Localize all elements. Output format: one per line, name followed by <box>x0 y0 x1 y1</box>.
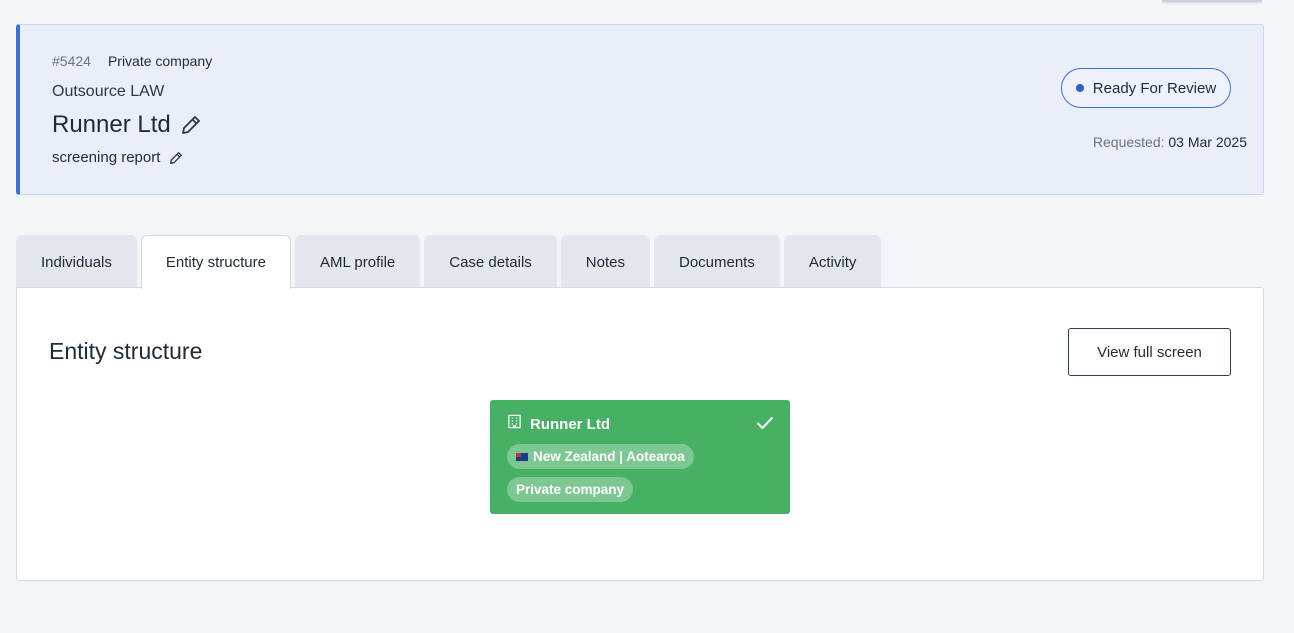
entity-node-header: Runner Ltd <box>507 414 610 434</box>
organisation-name: Outsource LAW <box>52 83 165 100</box>
title-row: Runner Ltd <box>52 111 203 139</box>
status-dot-icon <box>1075 84 1084 92</box>
requested-label: Requested: <box>1092 134 1165 150</box>
tab-notes[interactable]: Notes <box>560 235 650 288</box>
tab-case-details[interactable]: Case details <box>424 235 557 288</box>
nz-flag-icon <box>516 452 528 461</box>
building-icon <box>507 414 522 434</box>
entity-structure-panel: Entity structure View full screen Runner… <box>16 287 1264 581</box>
check-icon <box>756 415 774 436</box>
requested-date: 03 Mar 2025 <box>1168 134 1247 150</box>
panel-title: Entity structure <box>49 338 203 364</box>
requested-date-row: Requested: 03 Mar 2025 <box>1093 134 1247 150</box>
entity-type-chip: Private company <box>507 477 634 502</box>
tab-entity-structure[interactable]: Entity structure <box>140 235 291 289</box>
case-tabs: Individuals Entity structure AML profile… <box>16 235 882 289</box>
top-edge-button <box>1162 0 1262 2</box>
tab-documents[interactable]: Documents <box>653 235 780 288</box>
status-label: Ready For Review <box>1092 79 1217 97</box>
page-title: Runner Ltd <box>52 111 171 138</box>
tab-activity[interactable]: Activity <box>783 235 882 288</box>
case-id: #5424 <box>52 53 91 69</box>
subtitle-row: screening report <box>52 149 184 166</box>
entity-node[interactable]: Runner Ltd New Zealand | Aotearoa Privat… <box>490 400 790 514</box>
tab-aml-profile[interactable]: AML profile <box>294 235 421 288</box>
country-chip: New Zealand | Aotearoa <box>507 444 694 469</box>
view-full-screen-button[interactable]: View full screen <box>1068 328 1231 376</box>
case-header: #5424 Private company Outsource LAW Runn… <box>16 24 1264 195</box>
case-meta: #5424 Private company <box>52 53 212 69</box>
edit-title-icon[interactable] <box>179 113 203 137</box>
entity-type-label: Private company <box>107 53 213 69</box>
edit-subtitle-icon[interactable] <box>168 150 184 166</box>
country-label: New Zealand | Aotearoa <box>533 449 685 464</box>
status-badge[interactable]: Ready For Review <box>1061 68 1231 108</box>
report-subtitle: screening report <box>52 149 161 166</box>
tab-individuals[interactable]: Individuals <box>16 235 137 288</box>
entity-node-name: Runner Ltd <box>530 415 610 433</box>
